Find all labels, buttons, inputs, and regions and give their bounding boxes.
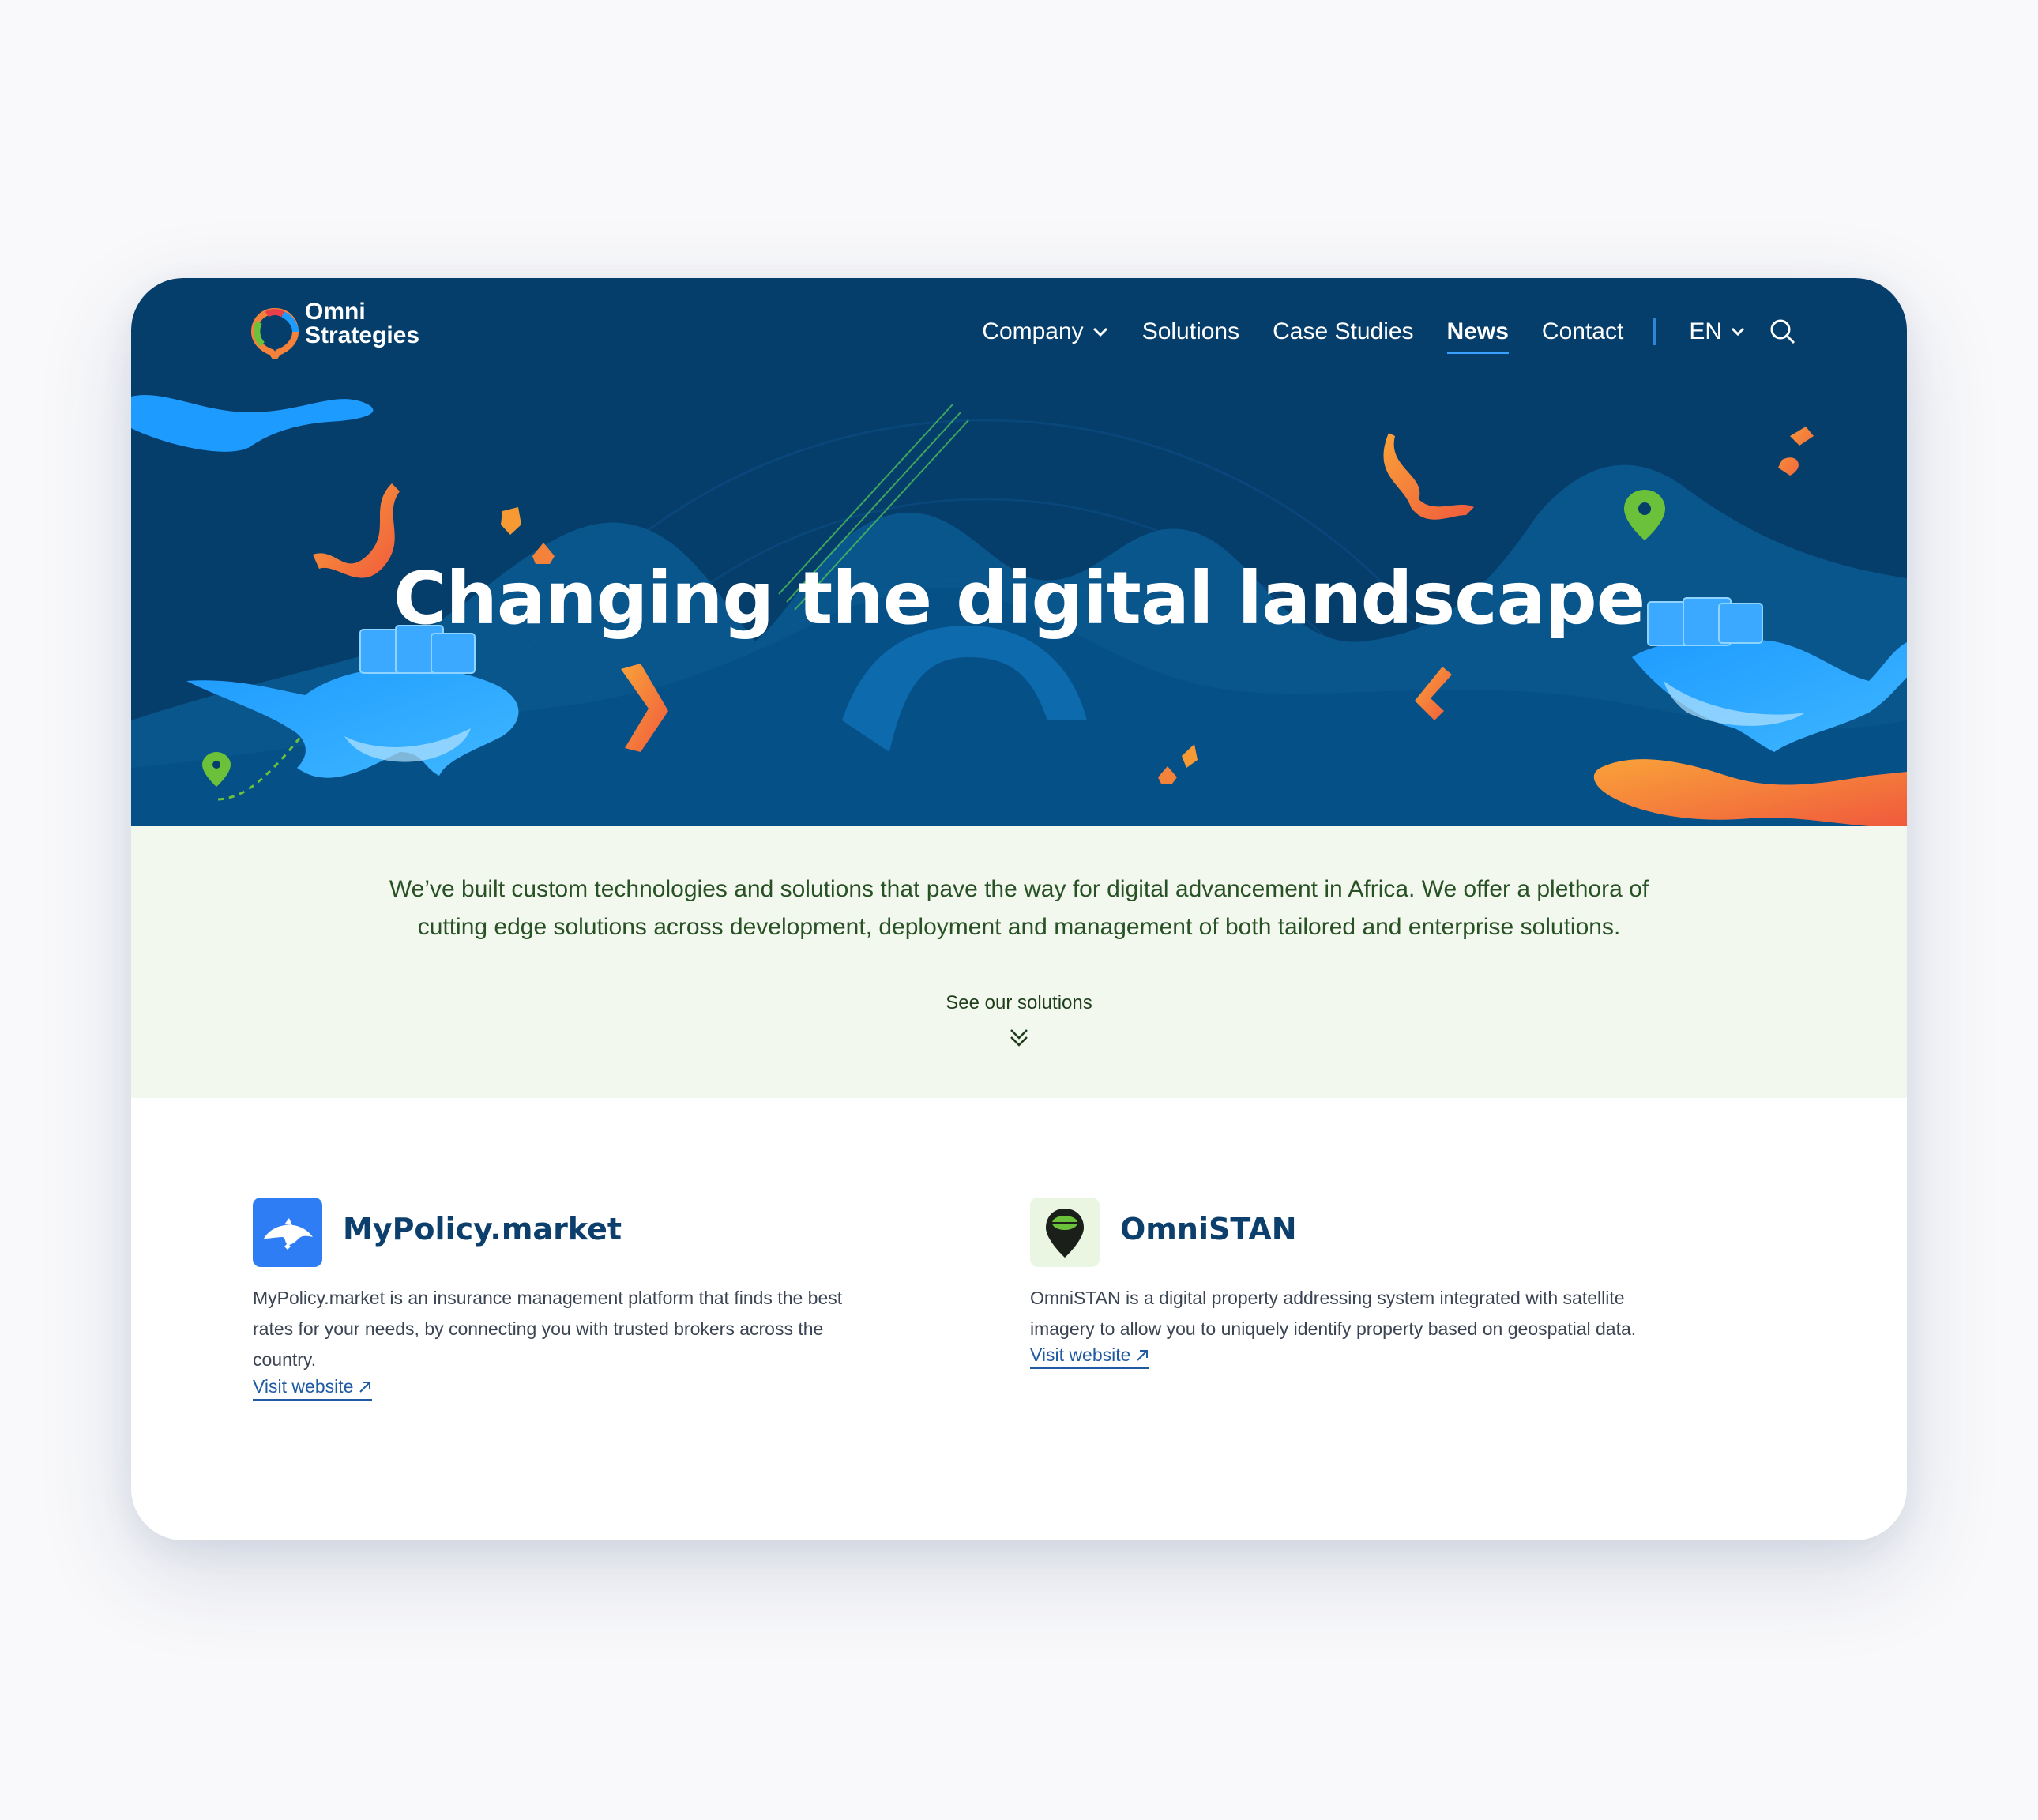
product-name: OmniSTAN bbox=[1120, 1212, 1297, 1247]
search-icon bbox=[1770, 319, 1795, 344]
visit-website-link[interactable]: Visit website bbox=[1030, 1344, 1150, 1369]
nav-item-label: Solutions bbox=[1141, 318, 1240, 344]
nav-item-news[interactable]: News bbox=[1446, 314, 1510, 354]
logo-line-2: Strategies bbox=[305, 322, 420, 348]
nav-item-company[interactable]: Company bbox=[982, 314, 1108, 349]
nav-item-solutions[interactable]: Solutions bbox=[1142, 314, 1239, 349]
intro-section: We’ve built custom technologies and solu… bbox=[131, 826, 1907, 1098]
main-nav: Company Solutions Case Studies News Cont… bbox=[949, 314, 1796, 354]
search-button[interactable] bbox=[1769, 318, 1796, 345]
nav-item-label: Company bbox=[982, 318, 1084, 344]
nav-item-contact[interactable]: Contact bbox=[1542, 314, 1623, 349]
browser-card: Omni Strategies Company Solutions Case S… bbox=[131, 278, 1907, 1540]
language-selector[interactable]: EN bbox=[1689, 314, 1746, 349]
chevron-down-icon bbox=[1731, 327, 1745, 337]
logo-wordmark: Omni Strategies bbox=[305, 300, 419, 348]
nav-divider bbox=[1653, 318, 1656, 345]
visit-website-label: Visit website bbox=[1030, 1344, 1131, 1365]
logo-line-1: Omni bbox=[305, 299, 366, 325]
nav-item-label: Contact bbox=[1541, 318, 1624, 344]
see-solutions-link[interactable]: See our solutions bbox=[131, 992, 1907, 1014]
omnistan-logo-icon bbox=[1030, 1198, 1100, 1267]
top-navbar: Omni Strategies Company Solutions Case S… bbox=[131, 278, 1907, 389]
intro-text: We’ve built custom technologies and solu… bbox=[389, 876, 1649, 940]
nav-item-label: News bbox=[1446, 318, 1509, 344]
hero-section: Omni Strategies Company Solutions Case S… bbox=[131, 278, 1907, 826]
dolphin-icon bbox=[253, 1198, 322, 1267]
omni-strategies-logo[interactable]: Omni Strategies bbox=[251, 300, 457, 363]
external-arrow-icon bbox=[359, 1381, 371, 1393]
chevron-down-icon bbox=[1092, 327, 1107, 337]
product-name: MyPolicy.market bbox=[343, 1212, 622, 1247]
language-label: EN bbox=[1689, 318, 1722, 344]
nav-item-case-studies[interactable]: Case Studies bbox=[1273, 314, 1413, 349]
product-description: OmniSTAN is a digital property addressin… bbox=[1030, 1288, 1637, 1339]
omni-logo-icon bbox=[251, 307, 299, 359]
visit-website-label: Visit website bbox=[253, 1376, 354, 1397]
double-chevron-down-icon[interactable] bbox=[1008, 1027, 1030, 1049]
product-description: MyPolicy.market is an insurance manageme… bbox=[253, 1288, 843, 1370]
visit-website-link[interactable]: Visit website bbox=[253, 1376, 373, 1401]
hero-title: Changing the digital landscape bbox=[393, 556, 1645, 641]
nav-item-label: Case Studies bbox=[1273, 318, 1414, 344]
external-arrow-icon bbox=[1137, 1349, 1149, 1361]
